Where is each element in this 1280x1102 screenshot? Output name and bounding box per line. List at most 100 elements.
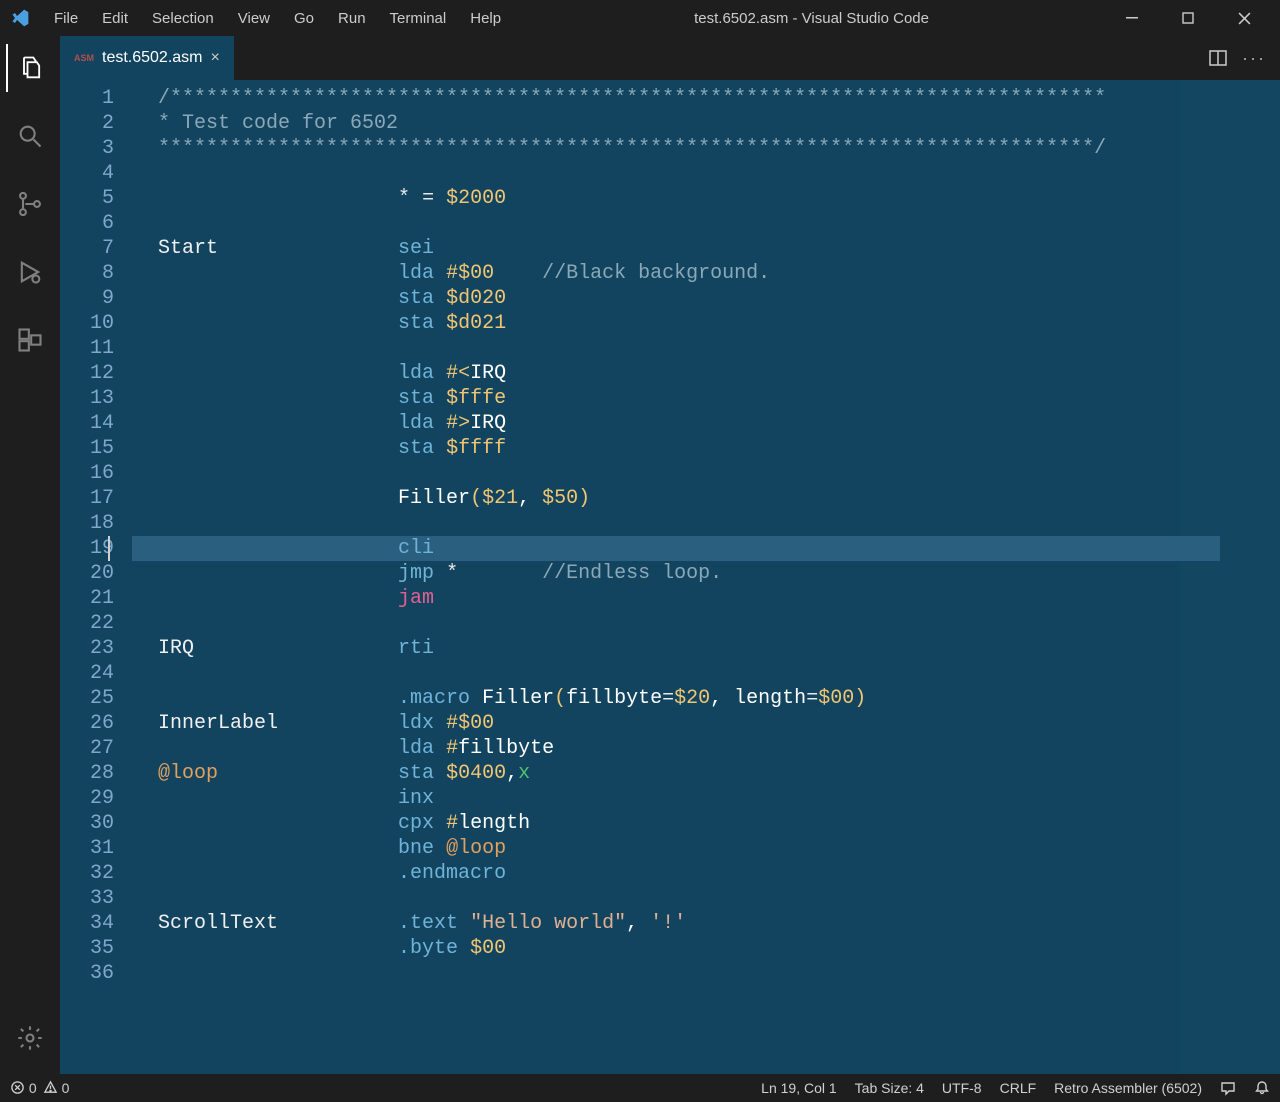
menu-terminal[interactable]: Terminal	[380, 6, 457, 31]
line-number: 24	[60, 661, 114, 686]
tab-close-icon[interactable]: ×	[211, 49, 220, 67]
code-line[interactable]: lda #<IRQ	[158, 361, 1180, 386]
code-line[interactable]: IRQ rti	[158, 636, 1180, 661]
code-line[interactable]: jmp * //Endless loop.	[158, 561, 1180, 586]
line-number: 14	[60, 411, 114, 436]
line-number: 29	[60, 786, 114, 811]
code-line[interactable]: Start sei	[158, 236, 1180, 261]
status-encoding[interactable]: UTF-8	[942, 1080, 982, 1096]
source-control-icon[interactable]	[6, 180, 54, 228]
code-line[interactable]: .macro Filler(fillbyte=$20, length=$00)	[158, 686, 1180, 711]
code-line[interactable]: inx	[158, 786, 1180, 811]
code-line[interactable]: lda #fillbyte	[158, 736, 1180, 761]
code-line[interactable]: Filler($21, $50)	[158, 486, 1180, 511]
line-number: 16	[60, 461, 114, 486]
code-line[interactable]	[158, 511, 1180, 536]
main-area: ASM test.6502.asm × ··· 1234567891011121…	[0, 36, 1280, 1074]
status-errors[interactable]: 0	[10, 1080, 37, 1096]
code-line[interactable]: .byte $00	[158, 936, 1180, 961]
menu-file[interactable]: File	[44, 6, 88, 31]
status-tab-size[interactable]: Tab Size: 4	[855, 1080, 924, 1096]
status-feedback-icon[interactable]	[1220, 1080, 1236, 1096]
line-number: 1	[60, 86, 114, 111]
code-line[interactable]	[158, 886, 1180, 911]
minimap[interactable]	[1180, 80, 1280, 1074]
code-line[interactable]: ScrollText .text "Hello world", '!'	[158, 911, 1180, 936]
code-line[interactable]: lda #$00 //Black background.	[158, 261, 1180, 286]
line-number: 17	[60, 486, 114, 511]
line-number-gutter: 1234567891011121314151617181920212223242…	[60, 80, 132, 1074]
line-number: 32	[60, 861, 114, 886]
line-number: 9	[60, 286, 114, 311]
code-line[interactable]: bne @loop	[158, 836, 1180, 861]
editor-tabs: ASM test.6502.asm × ···	[60, 36, 1280, 80]
menu-selection[interactable]: Selection	[142, 6, 224, 31]
status-warnings[interactable]: 0	[43, 1080, 70, 1096]
line-number: 5	[60, 186, 114, 211]
code-line[interactable]: cpx #length	[158, 811, 1180, 836]
code-line[interactable]: InnerLabel ldx #$00	[158, 711, 1180, 736]
settings-gear-icon[interactable]	[6, 1014, 54, 1062]
line-number: 35	[60, 936, 114, 961]
line-number: 11	[60, 336, 114, 361]
code-editor[interactable]: 1234567891011121314151617181920212223242…	[60, 80, 1280, 1074]
code-line[interactable]	[158, 661, 1180, 686]
line-number: 26	[60, 711, 114, 736]
status-language-mode[interactable]: Retro Assembler (6502)	[1054, 1080, 1202, 1096]
maximize-button[interactable]	[1168, 3, 1208, 33]
line-number: 25	[60, 686, 114, 711]
code-line[interactable]	[158, 961, 1180, 986]
text-cursor	[108, 536, 110, 561]
menu-go[interactable]: Go	[284, 6, 324, 31]
menubar: FileEditSelectionViewGoRunTerminalHelp	[44, 6, 511, 31]
code-line[interactable]	[158, 161, 1180, 186]
code-line[interactable]: sta $ffff	[158, 436, 1180, 461]
run-debug-icon[interactable]	[6, 248, 54, 296]
status-errors-count: 0	[29, 1080, 37, 1096]
code-line[interactable]: ****************************************…	[158, 136, 1180, 161]
split-editor-icon[interactable]	[1208, 48, 1228, 68]
tab-filename: test.6502.asm	[102, 49, 203, 67]
status-warnings-count: 0	[62, 1080, 70, 1096]
line-number: 21	[60, 586, 114, 611]
code-line[interactable]: .endmacro	[158, 861, 1180, 886]
explorer-icon[interactable]	[6, 44, 54, 92]
search-icon[interactable]	[6, 112, 54, 160]
line-number: 12	[60, 361, 114, 386]
tab-test-6502-asm[interactable]: ASM test.6502.asm ×	[60, 36, 234, 80]
code-line[interactable]: @loop sta $0400,x	[158, 761, 1180, 786]
vscode-logo-icon	[8, 6, 32, 30]
menu-view[interactable]: View	[228, 6, 280, 31]
code-line[interactable]: jam	[158, 586, 1180, 611]
minimize-button[interactable]	[1112, 3, 1152, 33]
editor-area: ASM test.6502.asm × ··· 1234567891011121…	[60, 36, 1280, 1074]
code-line[interactable]: sta $fffe	[158, 386, 1180, 411]
menu-run[interactable]: Run	[328, 6, 376, 31]
status-eol[interactable]: CRLF	[1000, 1080, 1037, 1096]
line-number: 13	[60, 386, 114, 411]
status-cursor-position[interactable]: Ln 19, Col 1	[761, 1080, 837, 1096]
window-title: test.6502.asm - Visual Studio Code	[511, 10, 1112, 27]
code-line[interactable]: * Test code for 6502	[158, 111, 1180, 136]
tabs-spacer	[234, 36, 1194, 80]
activitybar	[0, 36, 60, 1074]
menu-help[interactable]: Help	[460, 6, 511, 31]
code-line[interactable]: lda #>IRQ	[158, 411, 1180, 436]
code-line[interactable]	[158, 336, 1180, 361]
code-line[interactable]: cli	[132, 536, 1220, 561]
code-content[interactable]: /***************************************…	[132, 80, 1180, 1074]
code-line[interactable]: /***************************************…	[158, 86, 1180, 111]
code-line[interactable]	[158, 611, 1180, 636]
line-number: 10	[60, 311, 114, 336]
code-line[interactable]: * = $2000	[158, 186, 1180, 211]
status-notifications-icon[interactable]	[1254, 1080, 1270, 1096]
extensions-icon[interactable]	[6, 316, 54, 364]
code-line[interactable]: sta $d020	[158, 286, 1180, 311]
more-actions-icon[interactable]: ···	[1242, 48, 1266, 69]
code-line[interactable]	[158, 211, 1180, 236]
menu-edit[interactable]: Edit	[92, 6, 138, 31]
close-button[interactable]	[1224, 3, 1264, 33]
line-number: 18	[60, 511, 114, 536]
code-line[interactable]: sta $d021	[158, 311, 1180, 336]
code-line[interactable]	[158, 461, 1180, 486]
